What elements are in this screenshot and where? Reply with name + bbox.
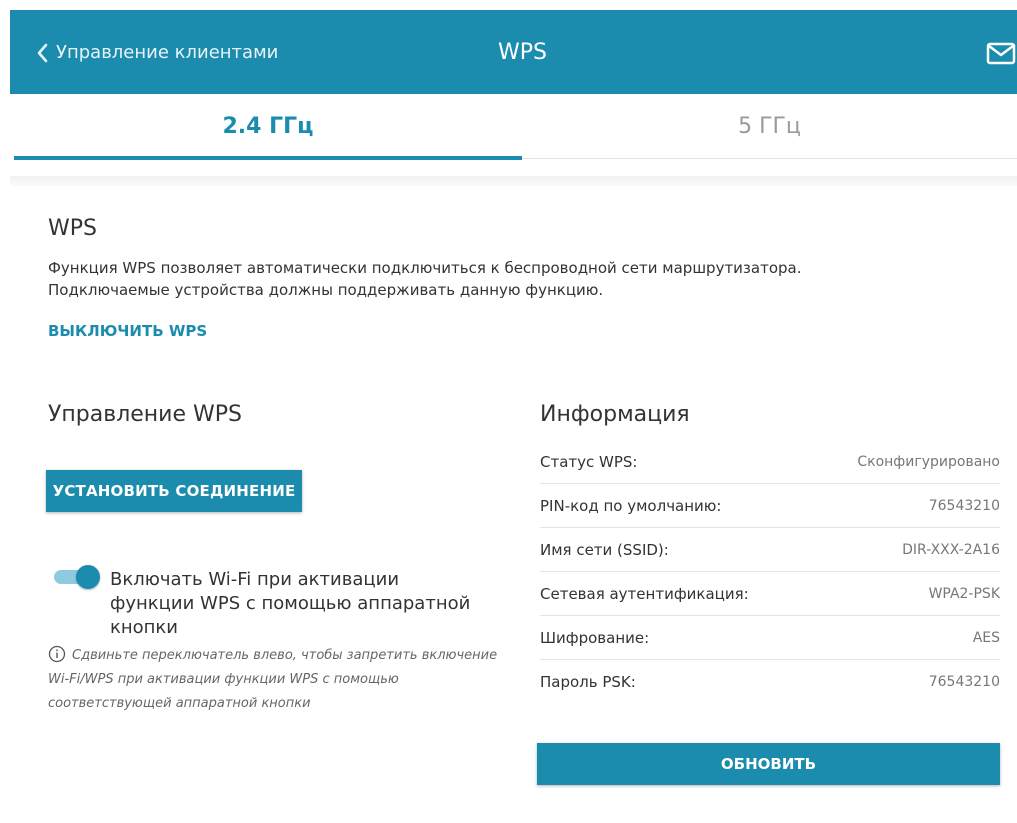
wps-control-title: Управление WPS (48, 402, 242, 427)
info-value: DIR-XXX-2A16 (902, 541, 1000, 558)
section-description: Функция WPS позволяет автоматически подк… (48, 259, 802, 299)
info-value: AES (972, 629, 1000, 646)
info-value: Сконфигурировано (857, 453, 1000, 470)
toggle-label: Включать Wi-Fi при активации функции WPS… (110, 569, 471, 638)
info-row: Статус WPS: Сконфигурировано (540, 440, 1000, 484)
info-table: Статус WPS: Сконфигурировано PIN-код по … (540, 440, 1000, 703)
info-value: 76543210 (928, 673, 1000, 690)
wifi-activation-toggle[interactable] (54, 565, 100, 589)
info-row: Сетевая аутентификация: WPA2-PSK (540, 572, 1000, 616)
info-row: PIN-код по умолчанию: 76543210 (540, 484, 1000, 528)
info-label: Шифрование: (540, 628, 650, 647)
wps-panel: WPS Функция WPS позволяет автоматически … (10, 186, 1017, 823)
info-label: Пароль PSK: (540, 672, 636, 691)
active-tab-indicator (14, 156, 522, 160)
page-title: WPS (498, 40, 547, 65)
info-label: PIN-код по умолчанию: (540, 496, 722, 515)
chevron-left-icon (36, 43, 48, 63)
back-label: Управление клиентами (56, 42, 279, 63)
toggle-knob (76, 565, 100, 589)
info-title: Информация (540, 402, 690, 427)
info-value: WPA2-PSK (928, 585, 1000, 602)
info-value: 76543210 (928, 497, 1000, 514)
mail-icon[interactable] (986, 42, 1017, 70)
tab-divider (522, 158, 1017, 159)
info-label: Статус WPS: (540, 452, 638, 471)
info-label: Сетевая аутентификация: (540, 584, 749, 603)
toggle-hint: Сдвиньте переключатель влево, чтобы запр… (48, 648, 498, 711)
info-row: Шифрование: AES (540, 616, 1000, 660)
connect-button[interactable]: УСТАНОВИТЬ СОЕДИНЕНИЕ (46, 470, 302, 512)
tab-5-ghz[interactable]: 5 ГГц (522, 94, 1017, 158)
top-header-bar: Управление клиентами WPS (10, 10, 1017, 94)
section-divider (10, 176, 1017, 186)
back-button[interactable]: Управление клиентами (36, 42, 278, 64)
info-row: Пароль PSK: 76543210 (540, 660, 1000, 703)
section-title: WPS (48, 216, 97, 241)
info-row: Имя сети (SSID): DIR-XXX-2A16 (540, 528, 1000, 572)
disable-wps-link[interactable]: ВЫКЛЮЧИТЬ WPS (48, 322, 207, 340)
band-tabs: 2.4 ГГц 5 ГГц (10, 94, 1017, 180)
refresh-button[interactable]: ОБНОВИТЬ (537, 743, 1000, 785)
info-label: Имя сети (SSID): (540, 540, 669, 559)
tab-2-4-ghz[interactable]: 2.4 ГГц (14, 94, 522, 158)
